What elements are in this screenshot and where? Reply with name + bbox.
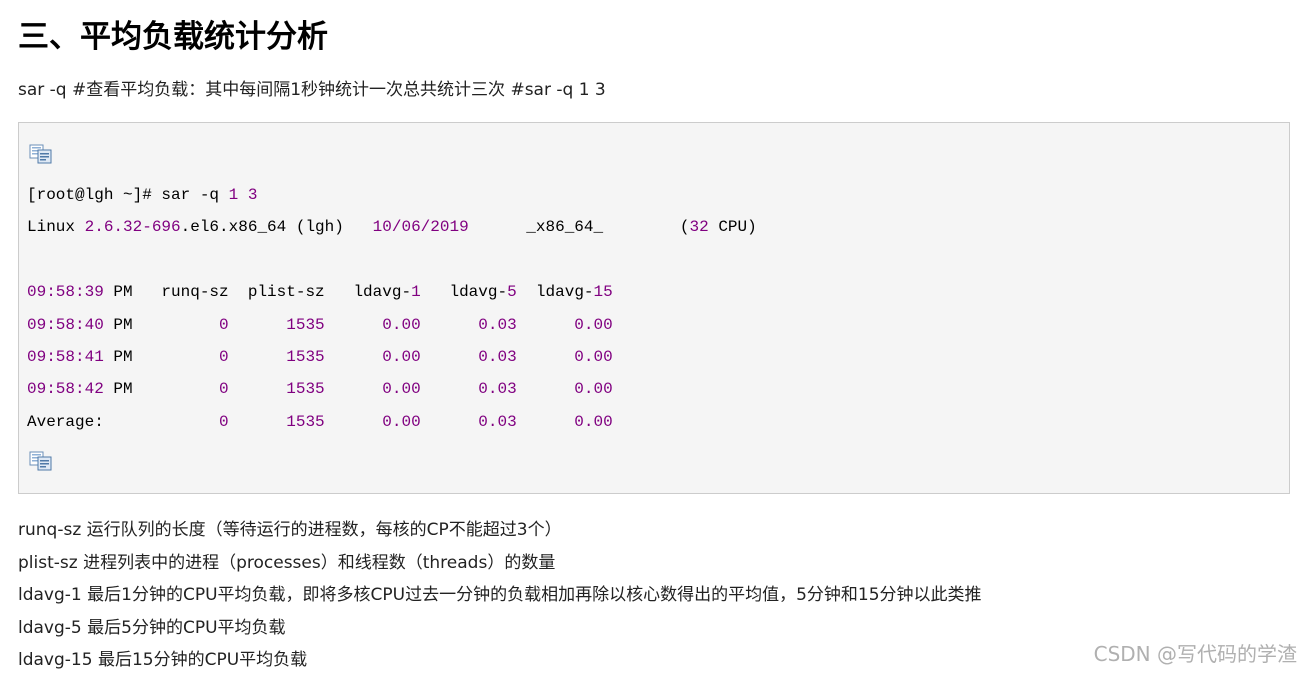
- code-content: [root@lgh ~]# sar -q 1 3 Linux 2.6.32-696…: [27, 179, 757, 438]
- code-line: 09:58:40 PM 0 1535 0.00 0.03 0.00: [27, 309, 757, 341]
- code-number: 1535: [286, 412, 325, 431]
- code-text: Average:: [27, 412, 220, 431]
- code-number: 0: [219, 315, 229, 334]
- code-number: 0.00: [574, 380, 613, 399]
- code-number: 15: [593, 283, 613, 302]
- code-number: 0.00: [382, 315, 421, 334]
- code-number: 0.03: [478, 380, 517, 399]
- code-line: Linux 2.6.32-696.el6.x86_64 (lgh) 10/06/…: [27, 211, 757, 243]
- code-number: 0.00: [382, 347, 421, 366]
- code-number: 0.03: [478, 315, 517, 334]
- description-term: runq-sz: [18, 520, 82, 540]
- code-number: 0: [219, 380, 229, 399]
- code-line: 09:58:42 PM 0 1535 0.00 0.03 0.00: [27, 373, 757, 405]
- section-title: 三、平均负载统计分析: [18, 19, 328, 55]
- code-line: 09:58:41 PM 0 1535 0.00 0.03 0.00: [27, 341, 757, 373]
- code-text: .el6.x86_64 (lgh): [180, 218, 373, 237]
- description-line: ldavg-5 最后5分钟的CPU平均负载: [18, 612, 982, 645]
- description-line: ldavg-1 最后1分钟的CPU平均负载，即将多核CPU过去一分钟的负载相加再…: [18, 579, 982, 612]
- code-text: _x86_64_ (: [468, 218, 690, 237]
- code-text: PM: [103, 380, 220, 399]
- code-text: PM runq-sz plist-sz ldavg-: [103, 283, 412, 302]
- code-number: 1: [228, 186, 239, 204]
- code-number: 0.00: [382, 380, 421, 399]
- code-number: 0.00: [574, 315, 613, 334]
- description-text: 最后5分钟的CPU平均负载: [81, 617, 286, 638]
- description-line: plist-sz 进程列表中的进程（processes）和线程数（threads…: [18, 547, 982, 580]
- code-text: PM: [103, 315, 220, 334]
- code-number: 5: [507, 283, 517, 302]
- code-line: [root@lgh ~]# sar -q 1 3: [27, 179, 757, 211]
- description-line: ldavg-15 最后15分钟的CPU平均负载: [18, 644, 982, 677]
- code-line: Average: 0 1535 0.00 0.03 0.00: [27, 406, 757, 438]
- code-block: [root@lgh ~]# sar -q 1 3 Linux 2.6.32-696…: [18, 122, 1290, 494]
- description-text: 最后1分钟的CPU平均负载，即将多核CPU过去一分钟的负载相加再除以核心数得出的…: [81, 585, 982, 606]
- code-number: 10/06/2019: [372, 218, 469, 237]
- copy-icon[interactable]: [29, 450, 53, 472]
- code-line: 09:58:39 PM runq-sz plist-sz ldavg-1 lda…: [27, 276, 757, 308]
- code-text: ldavg-: [516, 283, 594, 302]
- description-term: ldavg-5: [18, 617, 82, 638]
- intro-command-text: sar -q #查看平均负载：其中每间隔1秒钟统计一次总共统计三次 #sar -…: [18, 80, 606, 100]
- field-descriptions: runq-sz 运行队列的长度（等待运行的进程数，每核的CP不能超过3个） pl…: [18, 514, 982, 677]
- code-number: 09:58:39: [27, 283, 104, 302]
- code-number: 09:58:42: [27, 380, 104, 399]
- code-line: [27, 244, 757, 276]
- code-number: 1: [411, 283, 421, 302]
- code-text: ldavg-: [420, 283, 508, 302]
- code-number: 0.03: [478, 412, 517, 431]
- description-term: ldavg-1: [18, 585, 82, 606]
- code-text: Linux: [27, 218, 85, 237]
- code-number: 0.00: [574, 347, 613, 366]
- copy-icon[interactable]: [29, 143, 53, 165]
- description-text: 进程列表中的进程（processes）和线程数（threads）的数量: [77, 552, 556, 573]
- code-text: PM: [103, 347, 220, 366]
- watermark: CSDN @写代码的学渣: [1093, 642, 1297, 666]
- code-text: CPU): [708, 218, 757, 237]
- code-number: 0.00: [382, 412, 421, 431]
- code-number: 3: [247, 186, 258, 204]
- code-number: 32: [689, 218, 709, 237]
- description-text: 最后15分钟的CPU平均负载: [92, 650, 308, 671]
- description-line: runq-sz 运行队列的长度（等待运行的进程数，每核的CP不能超过3个）: [18, 514, 982, 547]
- description-term: plist-sz: [18, 552, 78, 573]
- code-number: 2.6.32-696: [84, 218, 181, 237]
- code-number: 1535: [286, 380, 325, 399]
- description-text: 运行队列的长度（等待运行的进程数，每核的CP不能超过3个）: [81, 520, 562, 540]
- code-number: 0: [219, 412, 229, 431]
- code-number: 0.00: [574, 412, 613, 431]
- code-number: 0: [219, 347, 229, 366]
- code-number: 1535: [286, 315, 325, 334]
- code-number: 09:58:41: [27, 347, 104, 366]
- description-term: ldavg-15: [18, 650, 93, 671]
- code-number: 09:58:40: [27, 315, 104, 334]
- code-number: 1535: [286, 347, 325, 366]
- code-number: 0.03: [478, 347, 517, 366]
- code-text: [root@lgh ~]# sar -q: [27, 186, 229, 204]
